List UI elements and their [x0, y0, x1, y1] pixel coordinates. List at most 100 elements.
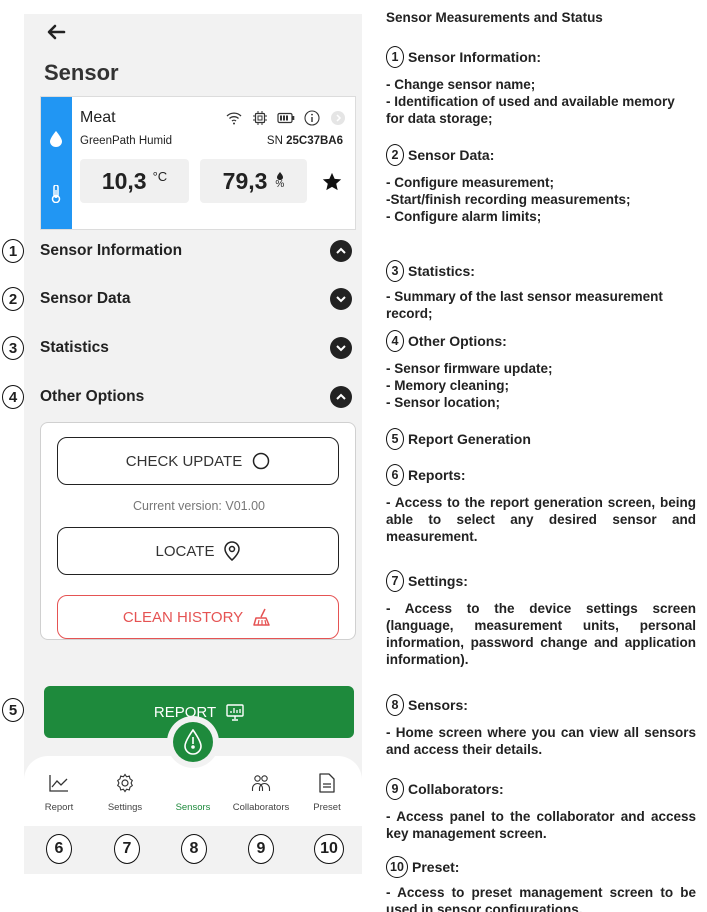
callout-number: 7: [386, 570, 404, 592]
doc-body: - Change sensor name; - Identification o…: [386, 77, 675, 126]
locate-label: LOCATE: [155, 542, 215, 560]
wifi-icon: [225, 109, 243, 127]
chevron-up-icon[interactable]: [330, 240, 352, 262]
section-other-options[interactable]: 4 Other Options: [2, 382, 362, 412]
doc-heading-text: Settings:: [408, 573, 468, 589]
nav-report[interactable]: Report: [26, 772, 92, 813]
firmware-version: Current version: V01.00: [132, 499, 265, 513]
location-pin-icon: [224, 541, 241, 561]
doc-heading: 2 Sensor Data:: [386, 144, 494, 166]
nav-collaborators[interactable]: Collaborators: [228, 772, 294, 813]
info-icon[interactable]: [303, 109, 321, 127]
doc-body: - Access to the report generation screen…: [386, 495, 696, 544]
sensor-serial-number: SN 25C37BA6: [267, 135, 343, 147]
nav-label: Sensors: [175, 802, 211, 813]
doc-body: - Summary of the last sensor measurement…: [386, 289, 663, 321]
section-sensor-data[interactable]: 2 Sensor Data: [2, 284, 362, 314]
callout-number: 1: [2, 239, 24, 263]
callout-number: 8: [181, 834, 207, 864]
doc-body: - Access to preset management screen to …: [386, 885, 696, 912]
sensor-status-icons: [225, 109, 347, 127]
doc-heading: 6 Reports:: [386, 464, 466, 486]
doc-body: - Configure measurement; -Start/finish r…: [386, 175, 631, 224]
doc-heading-text: Preset:: [412, 859, 460, 875]
section-statistics[interactable]: 3 Statistics: [2, 333, 362, 363]
nav-callouts: 6 7 8 9 10: [24, 834, 362, 868]
callout-number: 1: [386, 46, 404, 68]
doc-heading-text: Sensors:: [408, 697, 468, 713]
callout-number: 4: [2, 385, 24, 409]
callout-number: 5: [2, 698, 24, 722]
page-title: Sensor: [44, 60, 119, 85]
battery-icon: [277, 109, 295, 127]
chevron-up-icon[interactable]: [330, 386, 352, 408]
temperature-unit: °C: [152, 168, 168, 184]
doc-title: Sensor Measurements and Status: [386, 10, 603, 25]
doc-heading: 9 Collaborators:: [386, 778, 504, 800]
sensors-fab[interactable]: [167, 716, 219, 768]
doc-body: - Home screen where you can view all sen…: [386, 725, 696, 757]
check-update-button[interactable]: CHECK UPDATE: [57, 437, 339, 485]
check-update-label: CHECK UPDATE: [125, 452, 243, 470]
people-icon: [250, 772, 272, 794]
phone-screen: Sensor Meat GreenPath Humid SN 25C37BA6 …: [2, 14, 362, 874]
section-sensor-information[interactable]: 1 Sensor Information: [2, 236, 362, 266]
chevron-right-icon[interactable]: [329, 109, 347, 127]
callout-number: 9: [248, 834, 274, 864]
doc-heading-text: Sensor Data:: [408, 147, 495, 163]
doc-heading: 4 Other Options:: [386, 330, 507, 352]
favorite-star-icon[interactable]: [321, 171, 343, 193]
doc-body: - Access to the device settings screen (…: [386, 601, 696, 667]
humidity-unit: %: [275, 179, 285, 190]
doc-heading: 3 Statistics:: [386, 260, 475, 282]
chevron-down-icon[interactable]: [330, 288, 352, 310]
report-presentation-icon: [226, 703, 244, 721]
back-arrow-icon[interactable]: [44, 20, 68, 44]
doc-heading-text: Other Options:: [408, 333, 507, 349]
thermometer-icon: [51, 185, 61, 203]
callout-number: 2: [386, 144, 404, 166]
nav-sensors[interactable]: Sensors: [160, 802, 226, 813]
callout-number: 10: [386, 856, 408, 878]
chip-memory-icon: [251, 109, 269, 127]
doc-heading-text: Collaborators:: [408, 781, 504, 797]
callout-number: 4: [386, 330, 404, 352]
nav-settings[interactable]: Settings: [92, 772, 158, 813]
section-label: Sensor Data: [40, 290, 131, 307]
sensor-type-strip: [41, 97, 72, 229]
doc-heading-text: Report Generation: [408, 431, 531, 447]
clean-history-label: CLEAN HISTORY: [122, 608, 244, 626]
doc-heading: 5 Report Generation: [386, 428, 531, 450]
nav-label: Report: [44, 802, 74, 813]
temperature-box: 10,3 °C: [80, 159, 189, 203]
sensor-name: Meat: [80, 109, 116, 126]
clean-history-button[interactable]: CLEAN HISTORY: [57, 595, 339, 639]
callout-number: 2: [2, 287, 24, 311]
locate-button[interactable]: LOCATE: [57, 527, 339, 575]
other-options-panel: CHECK UPDATE Current version: V01.00 LOC…: [40, 422, 356, 640]
callout-number: 9: [386, 778, 404, 800]
nav-label: Settings: [107, 802, 143, 813]
nav-label: Collaborators: [232, 802, 290, 813]
sensor-model: GreenPath Humid: [80, 135, 173, 147]
section-label: Other Options: [40, 388, 145, 405]
nav-preset[interactable]: Preset: [294, 772, 360, 813]
callout-number: 7: [114, 834, 140, 864]
doc-heading: 1 Sensor Information:: [386, 46, 541, 68]
doc-heading: 10 Preset:: [386, 856, 459, 878]
serial-value: 25C37BA6: [286, 135, 343, 147]
sensor-card[interactable]: Meat GreenPath Humid SN 25C37BA6 10,3 °C…: [40, 96, 356, 230]
section-label: Statistics: [40, 339, 109, 356]
broom-icon: [253, 608, 273, 626]
doc-heading-text: Statistics:: [408, 263, 475, 279]
doc-heading: 7 Settings:: [386, 570, 468, 592]
chart-line-icon: [48, 772, 70, 794]
humidity-drop-icon: [50, 131, 62, 147]
sensor-drop-icon: [173, 722, 213, 762]
callout-number: 5: [386, 428, 404, 450]
callout-number: 6: [386, 464, 404, 486]
humidity-value: 79,3: [222, 167, 268, 194]
chevron-down-icon[interactable]: [330, 337, 352, 359]
callout-number: 6: [46, 834, 72, 864]
gear-icon: [114, 772, 136, 794]
